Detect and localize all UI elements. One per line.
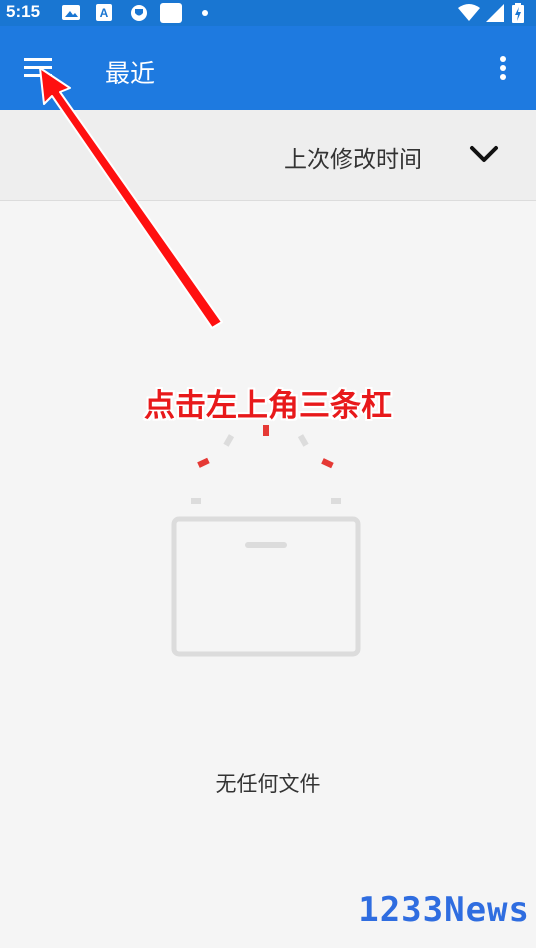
menu-icon xyxy=(24,58,52,77)
dot-icon xyxy=(202,10,208,16)
a-icon: A xyxy=(96,4,112,21)
status-right-icons xyxy=(458,3,524,23)
empty-folder-icon xyxy=(171,425,361,657)
overflow-menu-button[interactable] xyxy=(488,50,518,86)
battery-charging-icon xyxy=(512,3,524,23)
watermark: 1233News xyxy=(358,890,530,930)
sort-order-toggle[interactable] xyxy=(468,142,500,168)
more-vert-icon xyxy=(500,56,506,80)
status-time: 5:15 xyxy=(6,2,41,21)
page-title: 最近 xyxy=(105,59,156,88)
menu-button[interactable] xyxy=(18,50,58,86)
wifi-icon xyxy=(458,4,480,21)
app-bar: 最近 xyxy=(0,26,536,110)
sort-bar: 上次修改时间 xyxy=(0,110,536,201)
vpn-icon xyxy=(131,5,147,21)
square-icon xyxy=(160,3,182,23)
annotation-text: 点击左上角三条杠 xyxy=(144,388,392,424)
chevron-down-icon xyxy=(470,146,498,162)
status-icons: A xyxy=(62,3,208,23)
sort-label[interactable]: 上次修改时间 xyxy=(284,140,422,174)
empty-state-text: 无任何文件 xyxy=(215,772,321,796)
status-bar: 5:15 A xyxy=(0,0,536,26)
signal-icon xyxy=(486,4,504,22)
svg-text:A: A xyxy=(100,6,109,20)
image-icon xyxy=(62,5,80,20)
